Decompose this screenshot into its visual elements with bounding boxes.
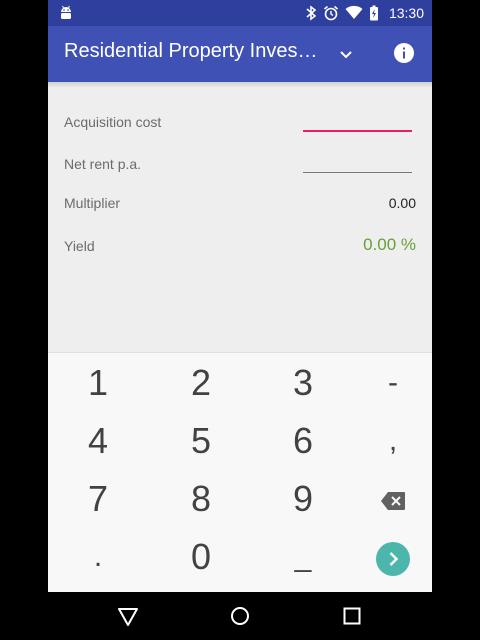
key-comma[interactable]: , [353,413,433,469]
info-icon[interactable] [392,41,416,65]
status-time: 13:30 [388,5,424,21]
key-2[interactable]: 2 [161,355,241,411]
back-icon[interactable] [116,604,140,628]
key-8[interactable]: 8 [161,471,241,527]
chevron-right-icon [376,542,410,577]
key-dot[interactable]: . [58,529,138,585]
form-area: Acquisition cost Net rent p.a. Multiplie… [48,88,432,352]
net-rent-label: Net rent p.a. [64,156,142,172]
yield-label: Yield [64,238,95,254]
key-1[interactable]: 1 [58,355,138,411]
next-button[interactable] [353,529,433,585]
bluetooth-icon [306,5,317,21]
navigation-bar [0,592,480,640]
yield-value: 0.00 % [363,235,416,254]
app-bar: Residential Property Inves… [48,26,432,82]
android-icon [61,5,71,19]
key-minus[interactable]: - [353,355,433,411]
device-screen: 13:30 Residential Property Inves… Acquis… [0,0,480,640]
net-rent-input[interactable] [303,172,412,173]
wifi-icon [345,5,363,19]
key-0[interactable]: 0 [161,529,241,585]
key-4[interactable]: 4 [58,413,138,469]
numeric-keypad: 1 2 3 - 4 5 6 , 7 8 9 . 0 _ [48,352,432,593]
key-7[interactable]: 7 [58,471,138,527]
status-bar: 13:30 [48,0,432,26]
app-title: Residential Property Inves… [64,40,318,62]
alarm-icon [323,5,338,21]
key-5[interactable]: 5 [161,413,241,469]
key-9[interactable]: 9 [263,471,343,527]
chevron-down-icon[interactable] [334,42,358,66]
acquisition-cost-label: Acquisition cost [64,114,162,130]
home-icon[interactable] [228,604,252,628]
multiplier-label: Multiplier [64,195,121,211]
key-6[interactable]: 6 [263,413,343,469]
battery-icon [369,5,378,21]
backspace-icon [381,492,405,511]
status-icons: 13:30 [305,0,424,26]
multiplier-value: 0.00 [388,195,416,211]
key-backspace[interactable] [353,471,433,527]
key-3[interactable]: 3 [263,355,343,411]
key-underscore[interactable]: _ [263,529,343,585]
acquisition-cost-input[interactable] [303,130,412,132]
recents-icon[interactable] [340,604,364,628]
